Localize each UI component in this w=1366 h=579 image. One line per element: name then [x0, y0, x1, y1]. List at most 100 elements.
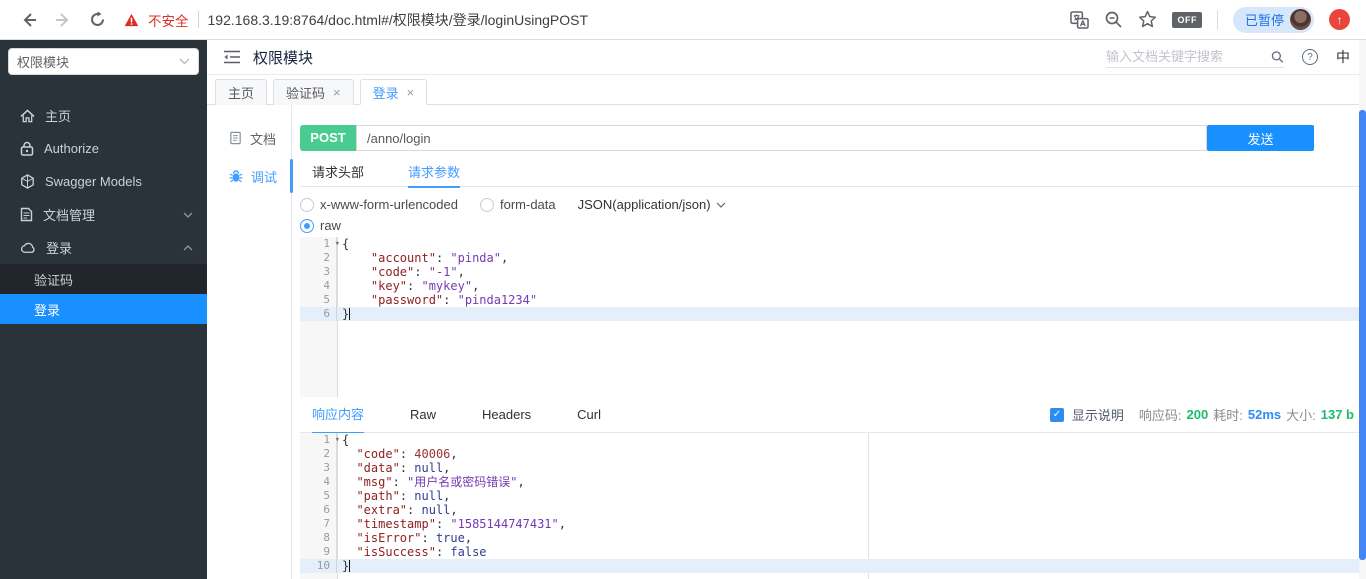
forward-icon[interactable]	[46, 3, 80, 37]
code-text[interactable]: "key": "mykey",	[337, 279, 1366, 293]
tab-request-headers[interactable]: 请求头部	[312, 159, 364, 187]
avatar	[1290, 9, 1311, 30]
sidebar-item-swagger-models[interactable]: Swagger Models	[0, 165, 207, 198]
help-icon[interactable]: ?	[1302, 49, 1318, 65]
zoom-out-icon[interactable]	[1104, 10, 1123, 29]
code-line: 3 "data": null,	[300, 461, 1366, 475]
code-line: 1 ▾{	[300, 237, 1366, 251]
tab-login[interactable]: 登录 ×	[359, 79, 428, 105]
show-description-checkbox[interactable]: ✓	[1049, 407, 1064, 422]
doc-debug-nav: 文档 调试	[207, 105, 293, 579]
code-line: 4 "msg": "用户名或密码错误",	[300, 475, 1366, 489]
back-icon[interactable]	[12, 3, 46, 37]
code-text[interactable]: "timestamp": "1585144747431",	[337, 517, 1366, 531]
tab-response-headers[interactable]: Headers	[482, 397, 531, 433]
code-text[interactable]: "path": null,	[337, 489, 1366, 503]
refresh-icon[interactable]	[80, 3, 114, 37]
radio-formdata[interactable]: form-data	[479, 197, 556, 212]
json-content-type-dropdown[interactable]: JSON(application/json)	[578, 197, 726, 212]
request-tabs: 请求头部 请求参数	[300, 159, 1366, 188]
debug-workspace: POST 发送 请求头部 请求参数 x-www-form-urlencoded	[292, 105, 1366, 579]
translate-icon[interactable]	[1070, 10, 1090, 29]
radio-raw[interactable]	[300, 218, 314, 233]
time-label: 耗时:	[1213, 408, 1243, 423]
chevron-up-icon	[183, 244, 193, 250]
text-cursor	[349, 560, 351, 572]
topbar: 权限模块 ? 中	[207, 40, 1366, 75]
code-text[interactable]: "isSuccess": false	[337, 545, 1366, 559]
sidebar-item-doc-manage[interactable]: 文档管理	[0, 198, 207, 231]
send-button[interactable]: 发送	[1207, 125, 1314, 151]
code-text[interactable]: "msg": "用户名或密码错误",	[337, 475, 1366, 489]
app-frame: 权限模块 主页 Authorize Swagger Models 文档管理 登录…	[0, 40, 1366, 579]
code-text[interactable]: "account": "pinda",	[337, 251, 1366, 265]
size-value: 137 b	[1320, 407, 1354, 422]
sidebar-item-login[interactable]: 登录	[0, 294, 207, 324]
code-line: 3 "code": "-1",	[300, 265, 1366, 279]
code-text[interactable]: {	[337, 433, 1366, 447]
status-code-value: 200	[1186, 407, 1209, 422]
nav-item-doc[interactable]: 文档	[207, 119, 291, 157]
chevron-down-icon	[179, 58, 190, 65]
url-text[interactable]: 192.168.3.19:8764/doc.html#/权限模块/登录/logi…	[208, 10, 589, 30]
bookmark-star-icon[interactable]	[1138, 10, 1157, 29]
close-icon[interactable]: ×	[333, 86, 341, 99]
code-text[interactable]: }	[337, 559, 1366, 573]
fold-arrow-icon[interactable]: ▾	[335, 433, 340, 447]
bug-icon	[229, 170, 243, 183]
page-title: 权限模块	[253, 49, 314, 67]
off-extension-badge[interactable]: OFF	[1172, 11, 1202, 28]
page-scrollbar[interactable]	[1359, 40, 1366, 579]
tab-response-curl[interactable]: Curl	[577, 397, 601, 433]
request-body-editor[interactable]: 1 ▾{2 "account": "pinda", 3 "code": "-1", 4…	[300, 237, 1366, 397]
sidebar-item-captcha[interactable]: 验证码	[0, 264, 207, 294]
code-text[interactable]: "code": "-1",	[337, 265, 1366, 279]
sidebar-item-home[interactable]: 主页	[0, 99, 207, 132]
code-text[interactable]: "isError": true,	[337, 531, 1366, 545]
radio-icon[interactable]	[479, 197, 494, 212]
tab-response-content[interactable]: 响应内容	[312, 397, 365, 434]
sidebar-item-label: 主页	[45, 109, 72, 124]
tab-response-raw[interactable]: Raw	[410, 397, 436, 433]
line-number: 5	[300, 293, 337, 307]
request-url-input[interactable]	[356, 125, 1207, 151]
browser-update-icon[interactable]: ↑	[1329, 9, 1350, 30]
code-line: 10}	[300, 559, 1366, 573]
collapse-menu-icon[interactable]	[223, 50, 241, 64]
code-text[interactable]: "data": null,	[337, 461, 1366, 475]
code-text[interactable]: }	[337, 307, 1366, 321]
tab-request-params[interactable]: 请求参数	[408, 159, 461, 188]
close-icon[interactable]: ×	[407, 86, 415, 99]
fold-arrow-icon[interactable]: ▾	[335, 237, 340, 251]
request-line: POST 发送	[300, 125, 1314, 151]
nav-item-debug[interactable]: 调试	[207, 157, 293, 195]
module-select[interactable]: 权限模块	[8, 48, 199, 75]
search-input[interactable]	[1106, 46, 1272, 67]
response-body-editor[interactable]: 1 ▾{2 "code": 40006, 3 "data": null, 4 "msg…	[300, 433, 1366, 579]
sidebar-submenu: 验证码 登录	[0, 264, 207, 324]
code-text[interactable]: "password": "pinda1234"	[337, 293, 1366, 307]
code-line: 5 "password": "pinda1234"	[300, 293, 1366, 307]
code-line: 4 "key": "mykey",	[300, 279, 1366, 293]
address-bar[interactable]: 不安全 192.168.3.19:8764/doc.html#/权限模块/登录/…	[124, 10, 1070, 30]
line-number: 7	[300, 517, 337, 531]
security-warning[interactable]: 不安全	[148, 10, 189, 30]
code-text[interactable]: "code": 40006,	[337, 447, 1366, 461]
sidebar-item-label: Authorize	[44, 141, 99, 156]
sidebar-item-login-group[interactable]: 登录	[0, 231, 207, 264]
paused-profile-button[interactable]: 已暂停	[1232, 6, 1314, 33]
code-line: 6}	[300, 307, 1366, 321]
code-text[interactable]: {	[337, 237, 1366, 251]
radio-urlencoded[interactable]: x-www-form-urlencoded	[300, 197, 458, 212]
code-text[interactable]: "extra": null,	[337, 503, 1366, 517]
radio-icon[interactable]	[300, 197, 314, 212]
toolbar-separator	[1216, 9, 1218, 30]
language-toggle[interactable]: 中	[1336, 47, 1350, 67]
sidebar-item-authorize[interactable]: Authorize	[0, 132, 207, 165]
scrollbar-thumb[interactable]	[1359, 110, 1366, 560]
tab-home[interactable]: 主页	[215, 79, 268, 105]
search-icon[interactable]	[1271, 50, 1284, 64]
sidebar-item-label: 文档管理	[43, 208, 96, 223]
line-number: 10	[300, 559, 337, 573]
tab-captcha[interactable]: 验证码 ×	[273, 79, 354, 105]
